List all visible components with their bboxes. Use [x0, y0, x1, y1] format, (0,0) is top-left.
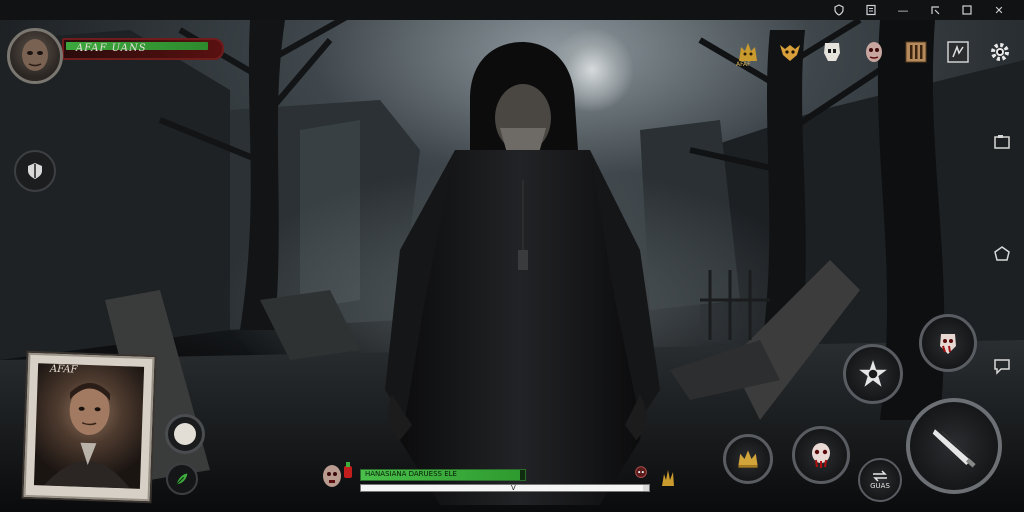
inventory-bars-icon[interactable]: [900, 36, 932, 68]
health-potion-icon: [344, 462, 352, 478]
werewolf-icon[interactable]: AFAF: [732, 36, 764, 68]
bloody-skull-icon: [812, 443, 830, 468]
skill-crown-button[interactable]: [723, 434, 773, 484]
player-face-icon: [20, 39, 50, 81]
window-minimize-icon[interactable]: —: [892, 1, 914, 19]
window-restore-icon[interactable]: [924, 1, 946, 19]
shield-icon: [28, 163, 42, 179]
shield-app-icon[interactable]: [828, 1, 850, 19]
swap-arrows-icon: [873, 470, 887, 482]
skill-summon-button[interactable]: [919, 314, 977, 372]
blood-mask-icon: [940, 334, 956, 354]
swap-weapon-button[interactable]: GUAS: [858, 458, 902, 502]
bottom-status-hud: HANASIANA DARUESS ELE V: [320, 460, 690, 500]
ghost-mask-icon[interactable]: [816, 36, 848, 68]
swap-weapon-label: GUAS: [870, 482, 890, 490]
window-maximize-icon[interactable]: [956, 1, 978, 19]
window-titlebar: — ✕: [0, 0, 1024, 20]
herb-button[interactable]: [166, 463, 198, 495]
stamina-bar: V: [360, 484, 650, 492]
herb-leaf-icon: [176, 473, 188, 485]
window-menu-icon[interactable]: [860, 1, 882, 19]
attack-main-button[interactable]: [906, 398, 1002, 494]
player-name: AFAF UANS: [76, 43, 147, 54]
experience-text: HANASIANA DARUESS ELE: [365, 470, 457, 478]
chat-bubble-icon[interactable]: [988, 352, 1016, 380]
top-icon-row: AFAF: [732, 36, 1016, 68]
spiked-star-icon: [859, 360, 887, 387]
companion-portrait-image: [33, 363, 145, 489]
shape-toggle-icon[interactable]: [988, 240, 1016, 268]
settings-gear-icon[interactable]: [984, 36, 1016, 68]
skill-burst-button[interactable]: [843, 344, 903, 404]
player-avatar[interactable]: [7, 28, 63, 84]
stamina-mark: V: [511, 484, 516, 492]
interact-dot-icon: [174, 423, 196, 445]
right-side-icons: [988, 128, 1016, 380]
companion-face-icon: [43, 383, 130, 489]
stamina-fill: [361, 485, 643, 491]
zombie-head-icon: [323, 465, 341, 487]
skull-token-icon: [635, 466, 647, 478]
golden-crown-icon: [738, 450, 758, 468]
experience-bar: HANASIANA DARUESS ELE: [360, 469, 526, 481]
window-close-icon[interactable]: ✕: [988, 1, 1010, 19]
companion-portrait[interactable]: AFAF: [23, 352, 155, 502]
player-health-bar: AFAF UANS: [62, 38, 224, 60]
skill-bite-button[interactable]: [792, 426, 850, 484]
wolf-skull-icon[interactable]: [774, 36, 806, 68]
demon-face-icon[interactable]: [858, 36, 890, 68]
defend-button[interactable]: [14, 150, 56, 192]
game-scene-background: [0, 0, 1024, 512]
map-icon[interactable]: [942, 36, 974, 68]
werewolf-icon-label: AFAF: [736, 61, 751, 68]
golden-hand-icon: [662, 470, 674, 486]
screen-capture-icon[interactable]: [988, 128, 1016, 156]
blade-icon: [932, 429, 976, 468]
interact-button[interactable]: [165, 414, 205, 454]
companion-label: AFAF: [49, 363, 78, 376]
